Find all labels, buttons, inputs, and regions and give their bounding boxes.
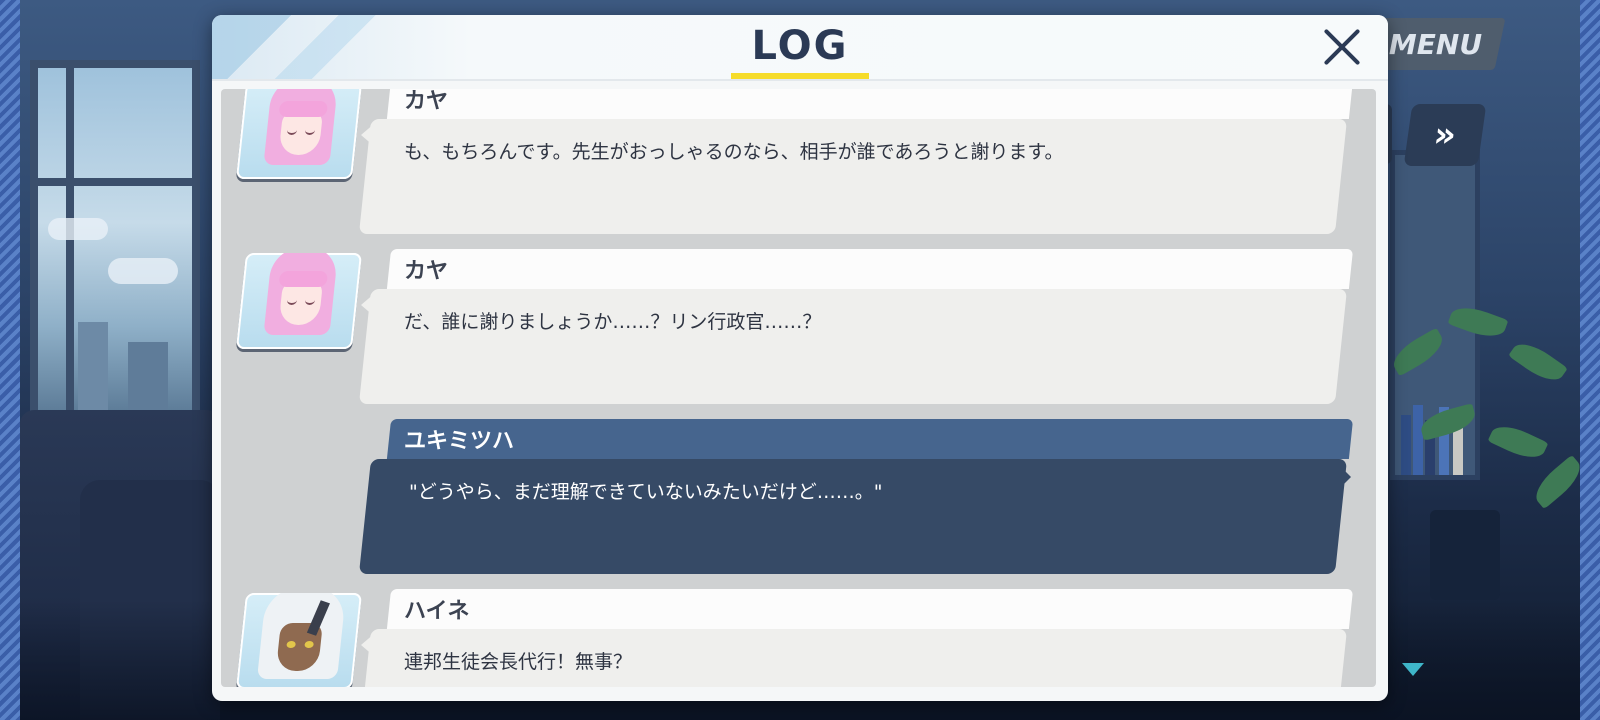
log-entry: ハイネ 連邦生徒会長代行！無事？ [221,589,1376,687]
dialogue-text: も、もちろんです。先生がおっしゃるのなら、相手が誰であろうと謝ります。 [404,141,1064,163]
title-underline [731,73,869,79]
dialogue-text: だ、誰に謝りましょうか……？リン行政官……？ [404,311,822,333]
log-list[interactable]: カヤ も、もちろんです。先生がおっしゃるのなら、相手が誰であろうと謝ります。 カ… [221,89,1376,687]
kaya-portrait [235,89,363,179]
log-entry: カヤ だ、誰に謝りましょうか……？リン行政官……？ [221,249,1376,409]
log-title: LOG [751,23,849,69]
log-panel: LOG カヤ も、もちろんです。先生がおっしゃるのなら、相手が誰であろうと謝りま… [212,15,1388,701]
office-window [30,60,200,420]
speaker-name: カヤ [404,259,449,284]
speaker-name: ユキミツハ [404,429,515,454]
triangle-down-icon[interactable] [1402,663,1424,676]
kaya-portrait [235,253,363,349]
dialogue-text: "どうやら、まだ理解できていないみたいだけど……。" [409,481,883,503]
haine-portrait [235,593,363,687]
dialogue-text: 連邦生徒会長代行！無事？ [404,651,633,673]
speaker-name: カヤ [404,89,449,114]
close-icon[interactable] [1320,25,1364,69]
log-entry-player: ユキミツハ "どうやら、まだ理解できていないみたいだけど……。" [221,419,1376,579]
menu-button-label: MENU [1389,27,1483,61]
left-border-stripes [0,0,20,720]
skip-button[interactable]: » [1403,104,1487,166]
right-border-stripes [1580,0,1600,720]
speaker-name: ハイネ [404,599,470,624]
log-header: LOG [212,15,1388,81]
plant [1370,300,1590,560]
fast-forward-icon: » [1431,115,1459,155]
log-entry: カヤ も、もちろんです。先生がおっしゃるのなら、相手が誰であろうと謝ります。 [221,89,1376,239]
